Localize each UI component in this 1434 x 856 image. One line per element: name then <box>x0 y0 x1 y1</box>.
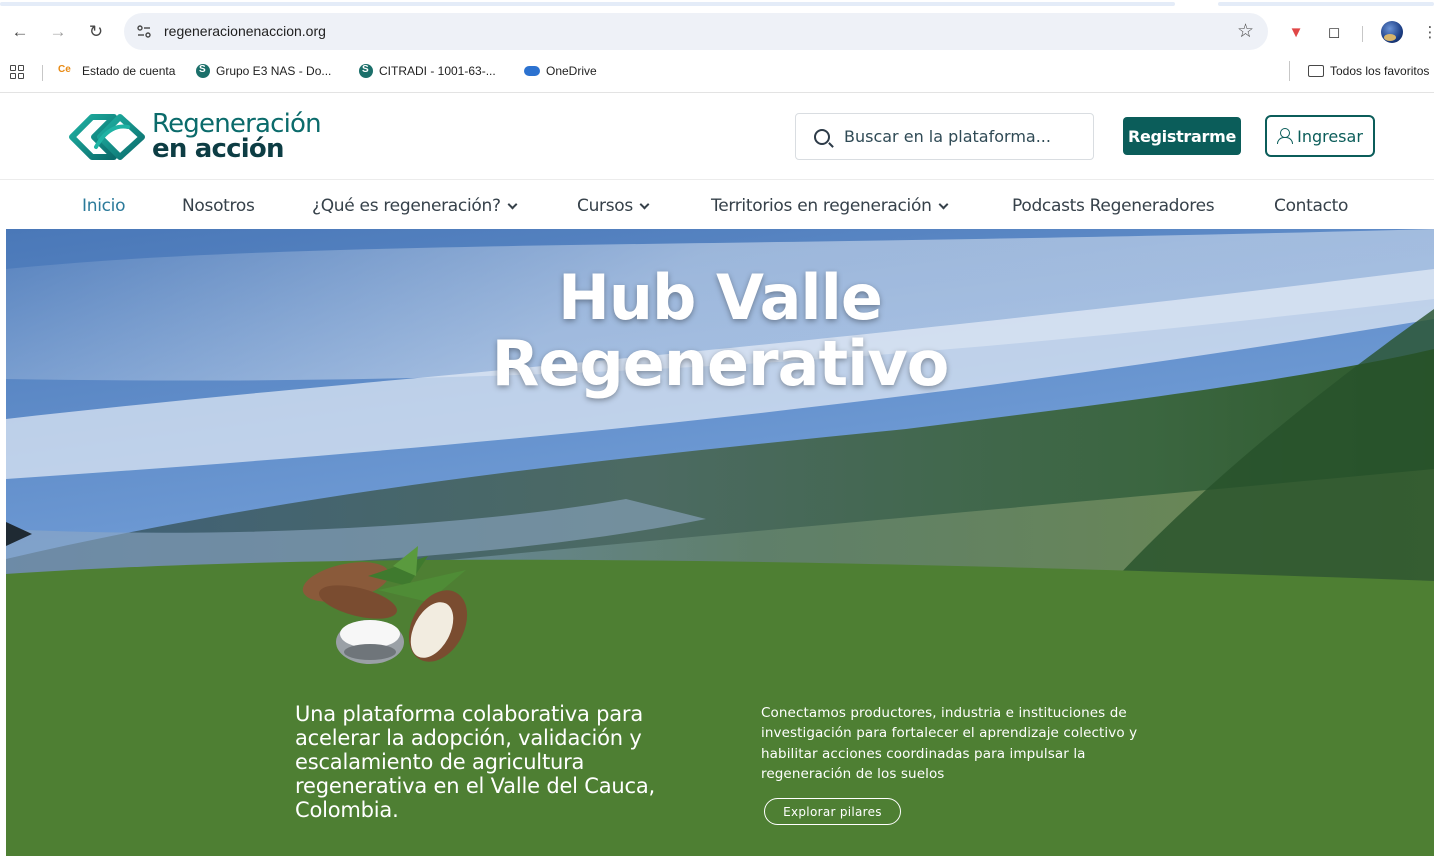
address-bar[interactable]: regeneracionenaccion.org ☆ <box>124 13 1268 50</box>
hero-title-line1: Hub Valle <box>558 261 883 334</box>
reload-icon[interactable]: ↻ <box>84 20 108 44</box>
nav-label: Nosotros <box>182 196 255 216</box>
site-header: Regeneración en acción Registrarme Ingre… <box>0 93 1434 180</box>
chevron-down-icon <box>639 199 650 209</box>
nav-item-cursos[interactable]: Cursos <box>577 196 650 216</box>
chevron-down-icon <box>507 199 518 209</box>
inactive-tab-bar[interactable] <box>1218 2 1434 6</box>
extensions-puzzle-icon[interactable]: ◻ <box>1322 20 1346 44</box>
nav-label: ¿Qué es regeneración? <box>312 196 501 216</box>
browser-toolbar: ← → ↻ regeneracionenaccion.org ☆ ▼ ◻ ⋮ <box>0 12 1434 52</box>
search-icon <box>814 128 830 145</box>
bookmark-estado-de-cuenta[interactable]: Ce Estado de cuenta <box>58 61 175 81</box>
main-nav: Inicio Nosotros ¿Qué es regeneración? Cu… <box>0 181 1434 229</box>
url-text[interactable]: regeneracionenaccion.org <box>164 23 326 39</box>
explore-pillars-button[interactable]: Explorar pilares <box>764 798 901 825</box>
site-logo[interactable]: Regeneración en acción <box>66 109 322 165</box>
toolbar-divider <box>1362 26 1363 42</box>
search-input[interactable] <box>844 127 1084 146</box>
nav-label: Territorios en regeneración <box>711 196 932 216</box>
sharepoint-icon <box>359 64 373 78</box>
hero-description: Conectamos productores, industria e inst… <box>761 705 1138 782</box>
bookmark-grupo-e3[interactable]: Grupo E3 NAS - Do... <box>196 61 331 81</box>
logo-line2: en acción <box>152 134 284 164</box>
site-info-icon[interactable] <box>136 24 152 40</box>
hero-title: Hub Valle Regenerativo <box>426 265 1014 397</box>
bookmark-label: Estado de cuenta <box>82 64 176 78</box>
nav-label: Inicio <box>82 196 126 216</box>
bookmark-star-icon[interactable]: ☆ <box>1237 20 1254 43</box>
tab-strip <box>0 0 1434 8</box>
more-menu-icon[interactable]: ⋮ <box>1418 20 1434 44</box>
nav-label: Contacto <box>1274 196 1349 216</box>
login-label: Ingresar <box>1297 126 1363 146</box>
nav-label: Cursos <box>577 196 633 216</box>
user-icon <box>1277 128 1294 144</box>
bookmark-label: OneDrive <box>546 64 597 78</box>
nav-item-que-es-regeneracion[interactable]: ¿Qué es regeneración? <box>312 196 518 216</box>
hero-title-line2: Regenerativo <box>491 327 950 400</box>
nav-item-territorios[interactable]: Territorios en regeneración <box>711 196 948 216</box>
bookmark-label: CITRADI - 1001-63-... <box>379 64 496 78</box>
hero-section: Hub Valle Regenerativo Una plataforma co… <box>6 229 1434 856</box>
register-button[interactable]: Registrarme <box>1123 117 1241 155</box>
cassava-illustration <box>302 546 468 664</box>
onedrive-icon <box>524 66 540 76</box>
nav-label: Podcasts Regeneradores <box>1012 196 1215 216</box>
browser-chrome: ← → ↻ regeneracionenaccion.org ☆ ▼ ◻ ⋮ C… <box>0 0 1434 93</box>
colpensiones-icon: Ce <box>58 64 71 75</box>
all-bookmarks-label: Todos los favoritos <box>1330 64 1430 78</box>
site-search[interactable] <box>795 113 1094 160</box>
nav-item-podcasts[interactable]: Podcasts Regeneradores <box>1012 196 1215 216</box>
bookmarks-bar: Ce Estado de cuenta Grupo E3 NAS - Do...… <box>0 57 1434 85</box>
chevron-down-icon <box>938 199 948 209</box>
bookmark-onedrive[interactable]: OneDrive <box>524 61 597 81</box>
all-bookmarks[interactable]: Todos los favoritos <box>1289 61 1434 81</box>
sharepoint-icon <box>196 64 210 78</box>
active-tab-bar[interactable] <box>0 2 1175 6</box>
nav-item-inicio[interactable]: Inicio <box>82 196 125 216</box>
folder-icon <box>1308 65 1324 77</box>
bookmark-citradi[interactable]: CITRADI - 1001-63-... <box>359 61 496 81</box>
logo-mark-icon <box>69 114 145 160</box>
nav-item-nosotros[interactable]: Nosotros <box>182 196 255 216</box>
bookmark-label: Grupo E3 NAS - Do... <box>216 64 332 78</box>
profile-avatar[interactable] <box>1381 21 1403 43</box>
forward-arrow-icon[interactable]: → <box>46 20 70 44</box>
back-arrow-icon[interactable]: ← <box>8 20 32 44</box>
extension-icon[interactable]: ▼ <box>1284 20 1308 44</box>
hero-lead-text: Una plataforma colaborativa para acelera… <box>295 702 656 822</box>
apps-grid-icon[interactable] <box>10 65 24 79</box>
bookmarks-divider <box>42 65 43 81</box>
login-button[interactable]: Ingresar <box>1265 115 1375 157</box>
nav-item-contacto[interactable]: Contacto <box>1274 196 1348 216</box>
carousel-arrow-icon[interactable] <box>6 522 32 546</box>
